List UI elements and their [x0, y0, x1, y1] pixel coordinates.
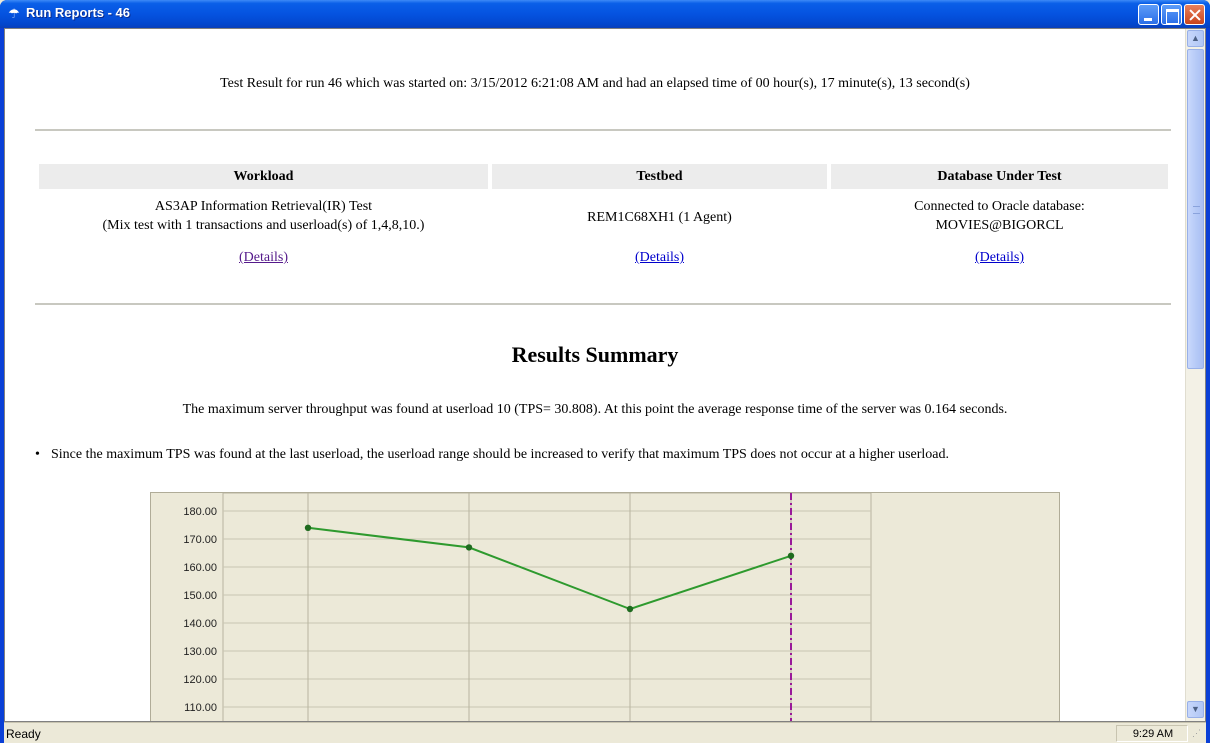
y-tick-label: 150.00 [183, 590, 217, 602]
y-tick-label: 170.00 [183, 534, 217, 546]
bullet-point: • [35, 447, 40, 462]
y-tick-label: 160.00 [183, 562, 217, 574]
data-point [465, 544, 473, 551]
y-tick-label: 140.00 [183, 618, 217, 630]
chart-canvas: 180.00 170.00 160.00 150.00 140.00 130.00 120.… [183, 493, 872, 721]
arrow-up-icon[interactable]: ▲ [1187, 30, 1204, 47]
arrow-down-icon[interactable]: ▼ [1187, 701, 1204, 718]
data-point [626, 605, 634, 613]
grip-icon [1193, 206, 1200, 214]
workload-details-link[interactable]: (Details) [239, 250, 288, 265]
report-view: Test Result for run 46 which was started… [4, 28, 1206, 722]
data-point [787, 552, 795, 559]
workload-name: AS3AP Information Retrieval(IR) Test [154, 199, 373, 214]
vertical-scrollbar[interactable]: ▲ ▼ [1185, 29, 1205, 721]
y-tick-label: 120.00 [183, 674, 217, 686]
divider [35, 303, 1171, 305]
status-text: Ready [6, 727, 41, 741]
maximize-button[interactable] [1161, 4, 1182, 25]
app-icon: ☂ [8, 6, 20, 21]
y-tick-label: 180.00 [183, 506, 217, 518]
status-time-pane: 9:29 AM [1116, 725, 1188, 742]
scrollbar-thumb[interactable] [1187, 49, 1204, 369]
report-content: Test Result for run 46 which was started… [5, 29, 1185, 721]
title-bar[interactable]: ☂ Run Reports - 46 [0, 0, 1210, 28]
workload-heading: Workload [39, 164, 488, 189]
run-reports-window: ☂ Run Reports - 46 Test Result for run 4… [0, 0, 1210, 743]
database-heading: Database Under Test [831, 164, 1168, 189]
y-tick-label: 110.00 [184, 702, 217, 714]
results-summary-title: Results Summary [511, 342, 679, 367]
run-header: Test Result for run 46 which was started… [220, 76, 970, 91]
testbed-name: REM1C68XH1 (1 Agent) [587, 210, 732, 225]
summary-text: The maximum server throughput was found … [182, 402, 1008, 417]
testbed-heading: Testbed [492, 164, 827, 189]
recommendation-text: Since the maximum TPS was found at the l… [51, 447, 949, 462]
database-connection: Connected to Oracle database: [914, 199, 1085, 214]
resize-grip-icon[interactable]: ⋰ [1192, 728, 1204, 740]
window-title: Run Reports - 46 [26, 5, 131, 20]
minimize-button[interactable] [1138, 4, 1159, 25]
status-time: 9:29 AM [1132, 728, 1174, 740]
response-time-chart: 180.00 170.00 160.00 150.00 140.00 130.00 120.… [150, 492, 1060, 721]
plot-area [222, 493, 872, 721]
database-name: MOVIES@BIGORCL [935, 218, 1064, 233]
status-bar: Ready 9:29 AM ⋰ [4, 722, 1206, 743]
y-tick-label: 130.00 [183, 646, 217, 658]
close-button[interactable] [1184, 4, 1205, 25]
divider [35, 129, 1171, 131]
data-point [304, 524, 312, 531]
workload-description: (Mix test with 1 transactions and userlo… [102, 218, 425, 233]
database-details-link[interactable]: (Details) [975, 250, 1024, 265]
testbed-details-link[interactable]: (Details) [635, 250, 684, 265]
